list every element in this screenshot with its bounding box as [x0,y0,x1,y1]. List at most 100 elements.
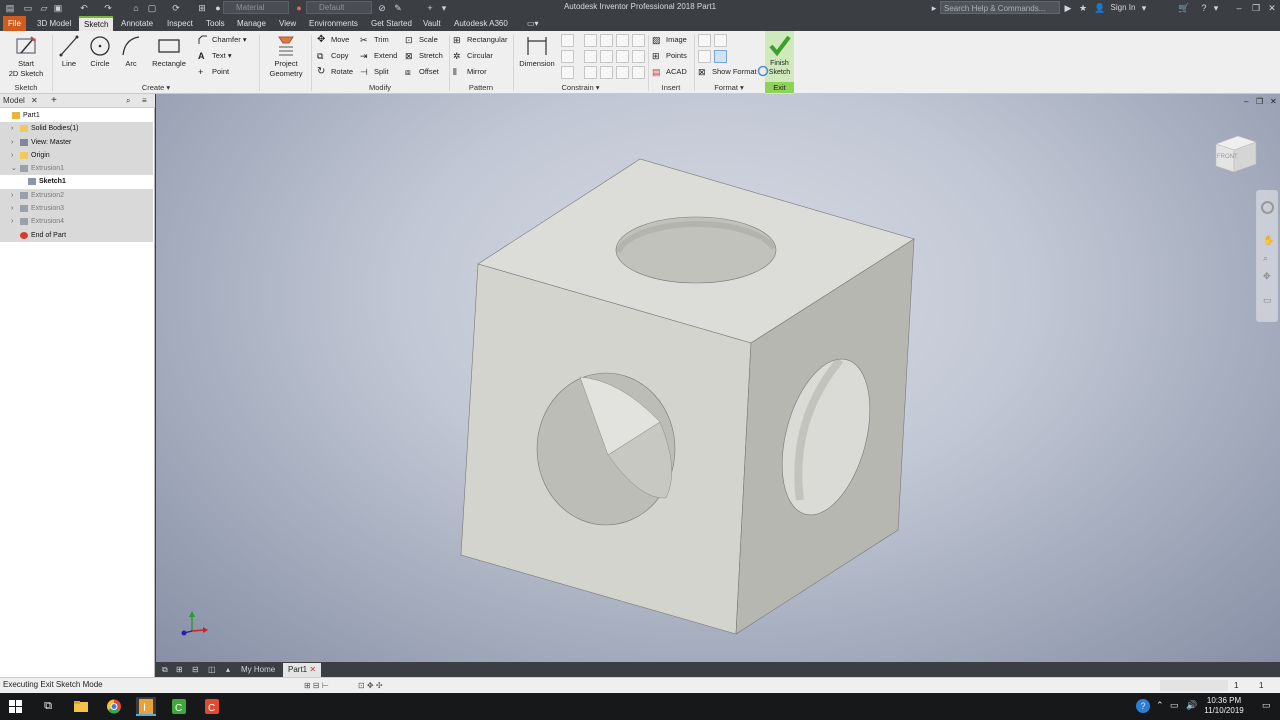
viewport-minimize-icon[interactable]: – [1244,97,1248,106]
tab-manage[interactable]: Manage [232,16,271,31]
help-tray-icon[interactable]: ? [1136,699,1150,713]
start-2d-sketch-button[interactable]: Start 2D Sketch [6,33,46,79]
task-view-icon[interactable]: ⧉ [38,697,58,716]
trim-button[interactable]: ✂ Trim [360,33,389,47]
help-icon[interactable]: ? [1198,1,1210,15]
recorder-icon[interactable]: C [202,697,222,716]
points-button[interactable]: ⊞ Points [652,49,687,63]
constrain-panel-label[interactable]: Constrain ▾ [513,82,648,93]
close-tab-icon[interactable]: ✕ [309,665,316,674]
finish-sketch-button[interactable]: Finish Sketch [765,33,794,77]
tree-node[interactable]: › Extrusion4 [0,215,153,229]
concentric-constraint-icon[interactable] [561,66,574,79]
browser-menu-icon[interactable]: ≡ [142,95,147,107]
tab-file[interactable]: File [3,16,26,31]
tab-tools[interactable]: Tools [201,16,230,31]
tab-inspect[interactable]: Inspect [162,16,198,31]
cart-icon[interactable]: 🛒 [1178,1,1190,15]
copy-button[interactable]: ⧉ Copy [317,49,349,63]
show-constraints-icon[interactable] [616,66,629,79]
create-panel-label[interactable]: Create ▾ [56,82,256,93]
restore-icon[interactable]: ❐ [1249,1,1263,15]
tab-my-home[interactable]: My Home [236,663,280,677]
sketch-tools-icon[interactable]: ⊞ ⊟ ⊢ [304,681,329,690]
ribbon-options-icon[interactable]: ▭▾ [522,16,544,31]
offset-button[interactable]: ⧈ Offset [405,65,439,79]
tray-overflow-icon[interactable]: ⌃ [1156,700,1164,711]
tree-node[interactable]: › Solid Bodies(1) [0,122,153,136]
tab-sketch[interactable]: Sketch [79,16,114,31]
format-panel-label[interactable]: Format ▾ [694,82,764,93]
acad-button[interactable]: ▤ ACAD [652,65,687,79]
expand-icon[interactable]: › [11,122,17,135]
look-at-icon[interactable]: ▭ [1263,295,1272,306]
expand-icon[interactable]: › [11,202,17,215]
help-dropdown-icon[interactable]: ▾ [1212,1,1220,15]
rectangular-pattern-button[interactable]: ⊞ Rectangular [453,33,507,47]
centerline-icon[interactable] [714,34,727,47]
tile-horizontal-icon[interactable]: ⊟ [187,663,204,677]
tab-environments[interactable]: Environments [304,16,363,31]
fix-constraint-icon[interactable] [632,34,645,47]
pan-icon[interactable]: ✋ [1263,235,1274,246]
image-button[interactable]: ▨ Image [652,33,687,47]
file-explorer-icon[interactable] [71,697,91,716]
binoculars-icon[interactable]: ▶ [1062,1,1074,15]
point-button[interactable]: + Point [198,65,229,79]
driven-dimension-icon[interactable] [714,50,727,63]
circle-button[interactable]: Circle [86,33,114,69]
vertical-constraint-icon[interactable] [616,50,629,63]
add-browser-icon[interactable]: + [51,95,57,107]
sign-in-link[interactable]: Sign In [1108,1,1138,15]
dimension-button[interactable]: Dimension [516,33,558,69]
scale-button[interactable]: ⊡ Scale [405,33,438,47]
move-button[interactable]: ✥ Move [317,33,349,47]
graphics-window[interactable]: FRONT ✋ ⌕ ✥ ▭ – ❐ ✕ [156,94,1280,662]
arc-button[interactable]: Arc [118,33,144,69]
project-geometry-button[interactable]: Project Geometry [265,33,307,79]
inventor-taskbar-button[interactable]: I [136,697,156,716]
line-button[interactable]: Line [56,33,82,69]
expand-icon[interactable]: › [11,149,17,162]
split-button[interactable]: ⊣ Split [360,65,389,79]
auto-dimension-icon[interactable] [584,66,597,79]
help-search-input[interactable]: Search Help & Commands... [940,1,1060,14]
volume-icon[interactable]: 🔊 [1186,700,1197,711]
tabs-menu-icon[interactable]: ▴ [221,663,235,677]
user-icon[interactable]: 👤 [1094,1,1106,15]
tab-autodesk-a360[interactable]: Autodesk A360 [449,16,513,31]
tree-node[interactable]: End of Part [0,228,153,242]
equal-constraint-icon[interactable] [600,66,613,79]
tab-annotate[interactable]: Annotate [116,16,158,31]
expand-icon[interactable]: › [11,189,17,202]
tree-node[interactable]: Sketch1 [0,175,153,189]
camtasia-icon[interactable]: C [169,697,189,716]
stretch-button[interactable]: ⊠ Stretch [405,49,443,63]
network-icon[interactable]: ▭ [1170,700,1179,711]
perpendicular-constraint-icon[interactable] [584,34,597,47]
horizontal-constraint-icon[interactable] [600,50,613,63]
tile-icon[interactable]: ⊞ [171,663,188,677]
viewport-restore-icon[interactable]: ❐ [1256,97,1263,106]
tangent-constraint-icon[interactable] [600,34,613,47]
windows-start-icon[interactable] [6,697,26,716]
zoom-icon[interactable]: ⌕ [1263,253,1268,264]
taskbar-clock[interactable]: 10:36 PM 11/10/2019 [1198,696,1250,716]
tab-view[interactable]: View [274,16,301,31]
tree-node[interactable]: ⌄ Extrusion1 [0,162,153,176]
collinear-constraint-icon[interactable] [561,50,574,63]
parallel-constraint-icon[interactable] [584,50,597,63]
hide-constraints-icon[interactable] [632,66,645,79]
viewcube-icon[interactable]: FRONT [1212,128,1262,178]
chrome-icon[interactable] [104,697,124,716]
tab-vault[interactable]: Vault [418,16,446,31]
notifications-icon[interactable]: ▭ [1262,700,1271,711]
tree-node[interactable]: Part1 [0,109,153,123]
tab-get-started[interactable]: Get Started [366,16,417,31]
tile-vertical-icon[interactable]: ◫ [203,663,221,677]
chevron-right-icon[interactable]: ▸ [930,1,938,15]
minimize-icon[interactable]: – [1232,1,1246,15]
steering-wheel-icon[interactable] [1261,201,1274,214]
coincident-constraint-icon[interactable] [561,34,574,47]
tab-part1[interactable]: Part1 ✕ [283,663,322,677]
